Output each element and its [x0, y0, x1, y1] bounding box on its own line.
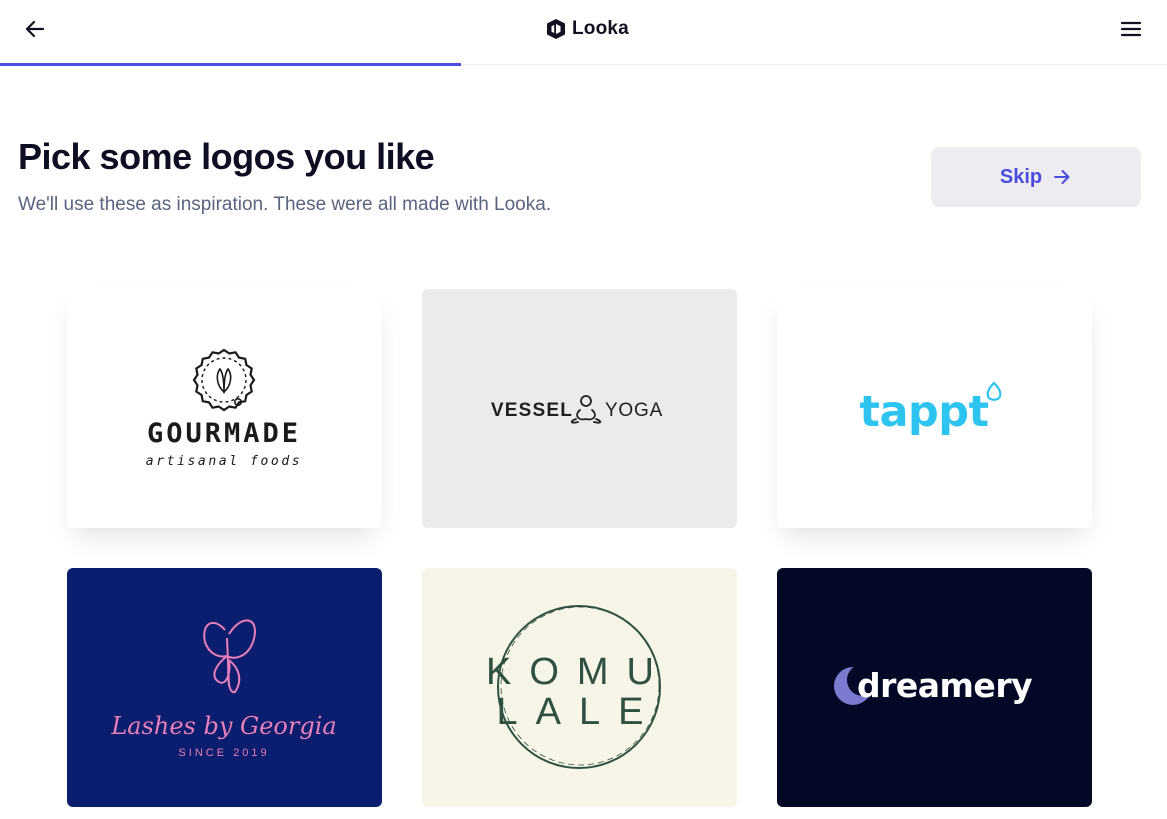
dreamery-logo: dreamery — [834, 664, 1033, 705]
arrow-right-icon — [1054, 170, 1070, 184]
brand-name: Looka — [572, 18, 629, 39]
butterfly-icon — [203, 619, 256, 694]
logo-card-komulale[interactable]: KOMU LALE — [422, 568, 737, 807]
logo-card-lashes-by-georgia[interactable]: Lashes by Georgia SINCE 2019 — [67, 568, 382, 807]
lashes-script: Lashes by Georgia — [110, 712, 336, 740]
skip-button[interactable]: Skip — [931, 147, 1141, 207]
seal-badge-icon — [192, 348, 256, 412]
vessel-yoga-left: VESSEL — [491, 400, 573, 421]
tappt-logo: tappt — [859, 381, 1002, 437]
tappt-name: tappt — [859, 387, 988, 437]
vessel-yoga-right: YOGA — [605, 400, 663, 421]
logo-card-tappt[interactable]: tappt — [777, 289, 1092, 528]
arrow-left-icon — [25, 20, 45, 38]
brand[interactable]: Looka — [546, 17, 629, 41]
menu-button[interactable] — [1118, 18, 1144, 40]
page-title: Pick some logos you like — [18, 136, 435, 177]
lashes-since: SINCE 2019 — [178, 747, 269, 759]
water-drop-icon — [986, 381, 1002, 401]
looka-logo-icon — [547, 19, 565, 39]
progress-bar — [0, 63, 461, 66]
komulale-logo: KOMU LALE — [486, 605, 672, 769]
lashes-logo: Lashes by Georgia SINCE 2019 — [110, 619, 337, 759]
komulale-line-2: LALE — [497, 691, 662, 733]
logo-card-gourmade[interactable]: GOURMADE artisanal foods — [67, 289, 382, 528]
top-header: Looka — [0, 0, 1167, 65]
vessel-yoga-logo: VESSEL YOGA — [491, 395, 663, 424]
dreamery-name: dreamery — [857, 666, 1032, 705]
gourmade-tagline: artisanal foods — [146, 454, 302, 469]
skip-button-label: Skip — [999, 165, 1043, 188]
gourmade-name: GOURMADE — [147, 418, 301, 449]
meditation-figure-icon — [570, 395, 602, 424]
back-button[interactable] — [22, 17, 48, 41]
gourmade-logo: GOURMADE artisanal foods — [146, 348, 302, 469]
page-subtitle: We'll use these as inspiration. These we… — [18, 194, 552, 215]
logo-card-vessel-yoga[interactable]: VESSEL YOGA — [422, 289, 737, 528]
logo-card-dreamery[interactable]: dreamery — [777, 568, 1092, 807]
hamburger-menu-icon — [1120, 21, 1142, 37]
komulale-line-1: KOMU — [486, 651, 672, 693]
